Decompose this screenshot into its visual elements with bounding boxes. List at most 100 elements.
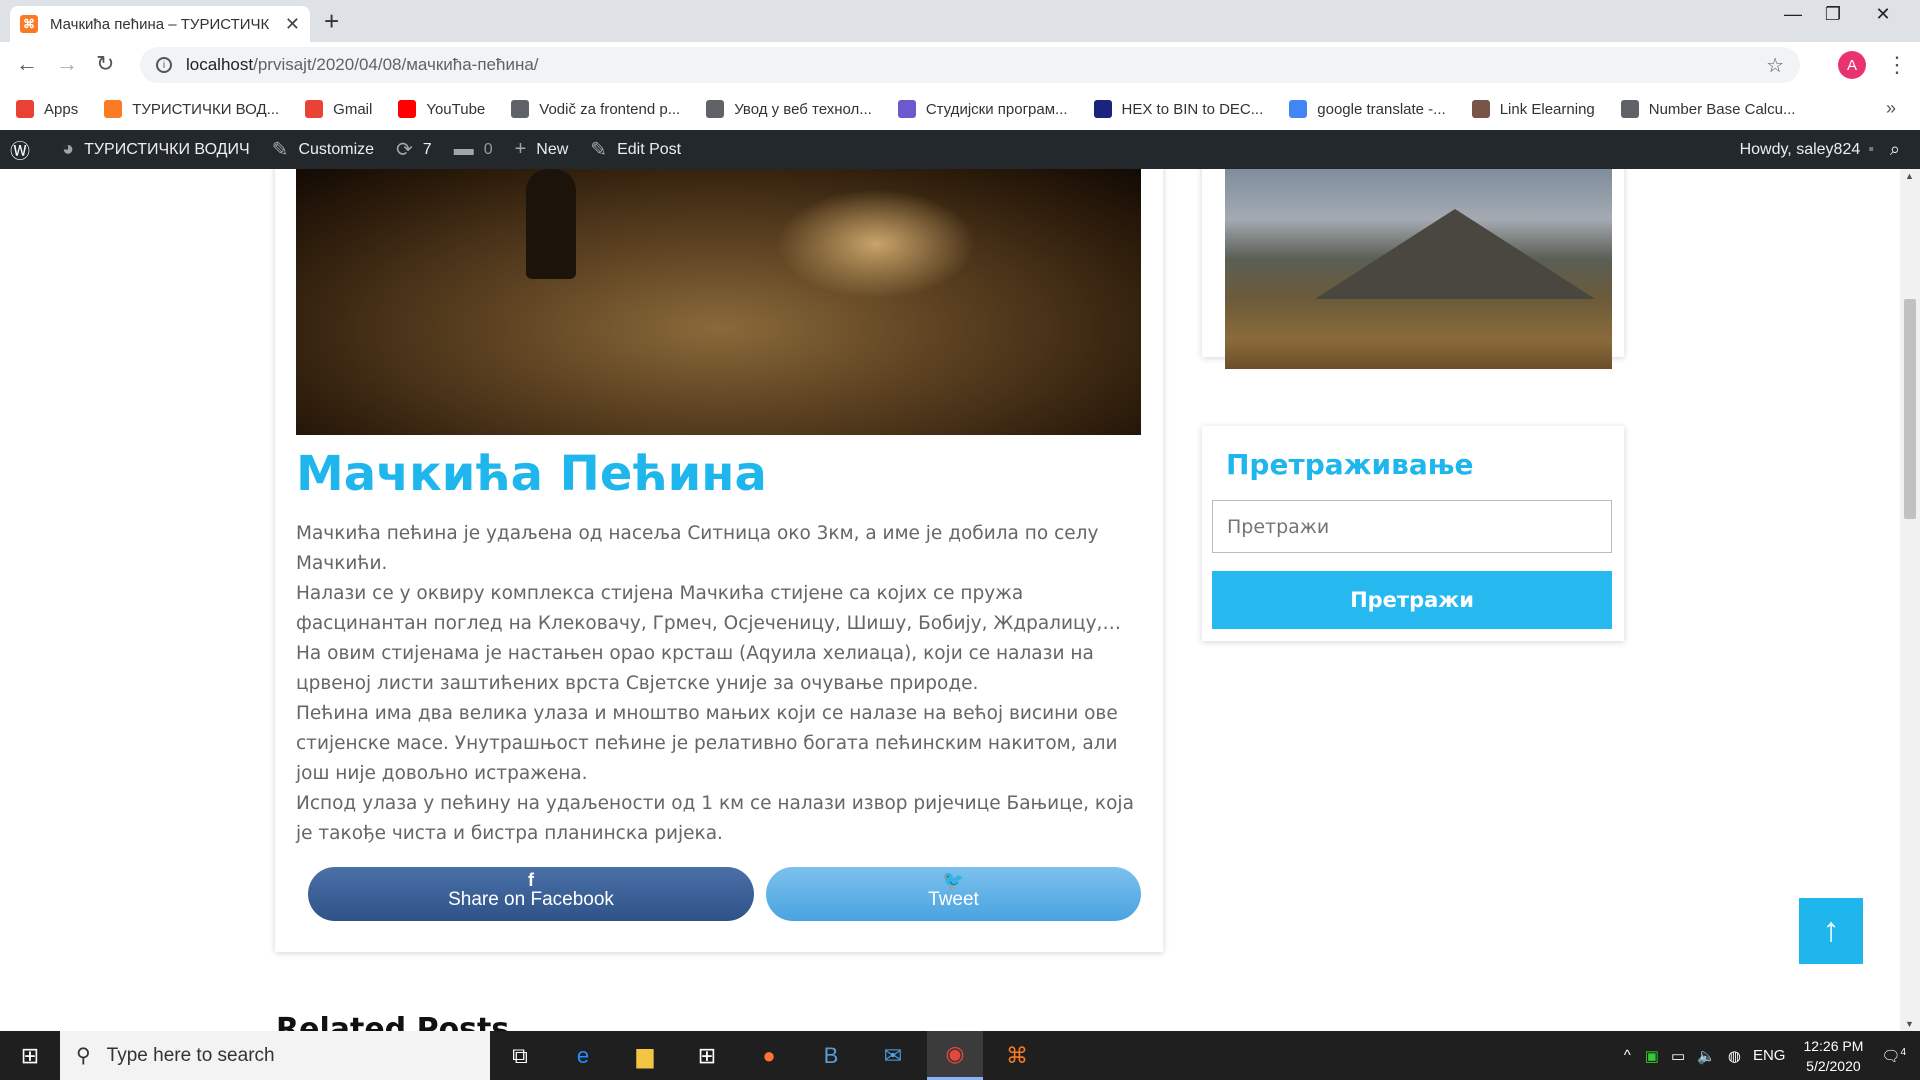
post-paragraph: Пећина има два велика улаза и мноштво ма…: [296, 703, 1118, 784]
bookmark-item[interactable]: Gmail: [305, 100, 372, 118]
volume-icon[interactable]: 🔈: [1697, 1047, 1716, 1065]
scroll-up-arrow-icon[interactable]: ▲: [1905, 171, 1914, 181]
page-scrollbar[interactable]: ▲ ▼: [1900, 169, 1920, 1031]
restore-icon[interactable]: ❐: [1810, 4, 1856, 25]
search-input[interactable]: [1212, 500, 1612, 553]
bookmark-item[interactable]: Vodič za frontend p...: [511, 100, 680, 118]
wordpress-logo-icon[interactable]: Ⓦ: [10, 135, 40, 164]
scrollbar-thumb[interactable]: [1904, 299, 1916, 519]
globe-icon: [1620, 100, 1639, 118]
new-tab-button[interactable]: +: [324, 6, 339, 37]
bookmark-item[interactable]: YouTube: [398, 100, 485, 118]
edit-post-label: Edit Post: [617, 140, 682, 158]
bookmark-item[interactable]: Link Elearning: [1471, 100, 1595, 118]
updates-icon: ⟳: [396, 139, 413, 161]
admin-new[interactable]: + New: [515, 138, 569, 161]
bookmark-label: Увод у веб технол...: [734, 100, 872, 118]
browser-tab[interactable]: ⌘ Мачкића пећина – ТУРИСТИЧКИ ВОДИЧ ✕: [10, 6, 310, 42]
profile-avatar[interactable]: A: [1838, 51, 1866, 79]
wp-admin-bar: Ⓦ ◕ ТУРИСТИЧКИ ВОДИЧ ✎ Customize ⟳ 7 ▬ 0 + Ne…: [0, 130, 1920, 169]
task-view-icon[interactable]: ⧉: [492, 1031, 548, 1080]
gmail-icon: [305, 100, 324, 118]
close-window-icon[interactable]: ✕: [1860, 4, 1906, 25]
bookmark-label: Apps: [44, 100, 79, 118]
search-widget-title: Претраживање: [1226, 448, 1474, 481]
mountain-landscape-image: [1225, 169, 1612, 369]
store-icon[interactable]: ⊞: [679, 1031, 735, 1080]
windows-taskbar: ⊞ ⚲ Type here to search ⧉ e ▆ ⊞ ● B ✉ ◉ …: [0, 1031, 1920, 1080]
bookmark-label: ТУРИСТИЧКИ ВОД...: [132, 100, 280, 118]
youtube-icon: [398, 100, 417, 118]
bookmark-item[interactable]: Увод у веб технол...: [706, 100, 872, 118]
scroll-down-arrow-icon[interactable]: ▼: [1905, 1019, 1914, 1029]
post-paragraph: На овим стијенама је настањен орао крста…: [296, 643, 1094, 694]
admin-site-name[interactable]: ◕ ТУРИСТИЧКИ ВОДИЧ: [62, 138, 250, 161]
tray-chevron-icon[interactable]: ^: [1624, 1047, 1631, 1064]
chrome-icon[interactable]: ◉: [927, 1031, 983, 1080]
plus-icon: +: [514, 138, 527, 160]
admin-customize[interactable]: ✎ Customize: [272, 137, 374, 162]
google-icon: [1289, 100, 1308, 118]
bookmark-item[interactable]: Apps: [16, 100, 78, 118]
notifications-icon[interactable]: 🗨4: [1881, 1047, 1906, 1065]
bookmarks-overflow-icon[interactable]: »: [1886, 98, 1896, 119]
account-avatar[interactable]: ▪: [1868, 141, 1874, 159]
admin-search-icon[interactable]: ⌕: [1890, 139, 1900, 160]
tweet-label: Tweet: [928, 889, 979, 910]
post-paragraph: Налази се у оквиру комплекса стијена Мач…: [296, 583, 1103, 634]
customize-label: Customize: [298, 140, 375, 158]
bookmark-item[interactable]: Студијски програм...: [897, 100, 1068, 118]
post-body: Мачкића пећина је удаљена од насеља Ситн…: [296, 519, 1141, 849]
address-bar[interactable]: i localhost/prvisajt/2020/04/08/мачкића-…: [140, 47, 1800, 83]
network-icon[interactable]: ◍: [1728, 1047, 1741, 1065]
scroll-to-top-button[interactable]: ↑: [1799, 898, 1863, 964]
admin-updates[interactable]: ⟳ 7: [396, 137, 432, 162]
clock[interactable]: 12:26 PM 5/2/2020: [1803, 1036, 1863, 1076]
comment-icon: ▬: [453, 138, 474, 160]
bookmark-item[interactable]: HEX to BIN to DEC...: [1093, 100, 1264, 118]
facebook-icon: f: [528, 870, 534, 890]
tweet-button[interactable]: 🐦 Tweet: [766, 867, 1141, 921]
bookmark-label: Vodič za frontend p...: [539, 100, 681, 118]
back-icon[interactable]: ←: [16, 51, 38, 77]
bookmark-label: Link Elearning: [1499, 100, 1595, 118]
url-path: /prvisajt/2020/04/08/мачкића-пећина/: [253, 55, 539, 74]
bookmark-item[interactable]: Number Base Calcu...: [1620, 100, 1795, 118]
reload-icon[interactable]: ↻: [96, 51, 114, 77]
cave-light: [776, 189, 976, 299]
chrome-menu-icon[interactable]: ⋮: [1886, 52, 1908, 78]
search-button[interactable]: Претражи: [1212, 571, 1612, 629]
xampp-taskbar-icon[interactable]: ⌘: [989, 1031, 1045, 1080]
close-tab-icon[interactable]: ✕: [285, 14, 300, 35]
info-icon[interactable]: i: [156, 57, 172, 73]
bookmark-item[interactable]: google translate -...: [1289, 100, 1446, 118]
person-silhouette: [526, 169, 576, 279]
bookmark-item[interactable]: ТУРИСТИЧКИ ВОД...: [104, 100, 279, 118]
firefox-icon[interactable]: ●: [741, 1031, 797, 1080]
admin-edit-post[interactable]: ✎ Edit Post: [590, 137, 681, 162]
bookmark-label: Gmail: [333, 100, 373, 118]
bookmark-label: Студијски програм...: [925, 100, 1068, 118]
bookmark-label: HEX to BIN to DEC...: [1121, 100, 1264, 118]
globe-icon: [511, 100, 530, 118]
cave-featured-image: [296, 169, 1141, 435]
tray-app-icon[interactable]: ▣: [1645, 1047, 1659, 1065]
site-name-label: ТУРИСТИЧКИ ВОДИЧ: [84, 140, 250, 158]
share-facebook-button[interactable]: f Share on Facebook: [308, 867, 754, 921]
globe-icon: [706, 100, 725, 118]
howdy-account[interactable]: Howdy, saley824: [1740, 141, 1861, 159]
bookmark-star-icon[interactable]: ☆: [1766, 53, 1784, 78]
file-explorer-icon[interactable]: ▆: [617, 1031, 673, 1080]
taskbar-search[interactable]: ⚲ Type here to search: [60, 1031, 490, 1080]
admin-comments[interactable]: ▬ 0: [454, 138, 493, 161]
edge-icon[interactable]: e: [555, 1031, 611, 1080]
windows-start-icon[interactable]: ⊞: [0, 1031, 60, 1080]
b-app-icon[interactable]: B: [803, 1031, 859, 1080]
battery-icon[interactable]: ▭: [1671, 1047, 1685, 1065]
mail-icon[interactable]: ✉: [865, 1031, 921, 1080]
dashboard-icon: ◕: [62, 138, 75, 160]
bookmark-label: google translate -...: [1317, 100, 1446, 118]
tab-title: Мачкића пећина – ТУРИСТИЧКИ ВОДИЧ: [50, 15, 270, 33]
forward-icon[interactable]: →: [56, 51, 78, 77]
language-indicator[interactable]: ENG: [1753, 1047, 1786, 1064]
